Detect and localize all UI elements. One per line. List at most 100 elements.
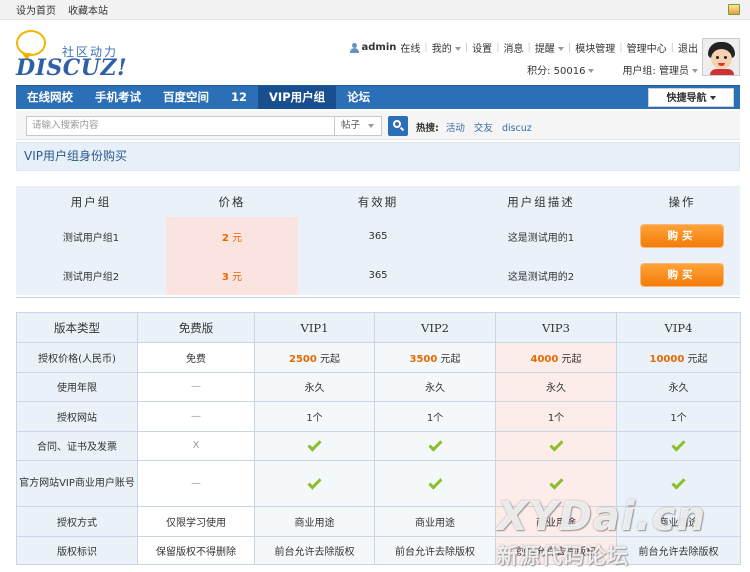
checkmark-icon	[427, 437, 443, 452]
search-input[interactable]: 请输入搜索内容	[26, 116, 335, 136]
folder-icon[interactable]	[728, 4, 740, 15]
messages-link[interactable]: 消息	[504, 40, 524, 55]
buy-button[interactable]: 购买	[641, 225, 723, 247]
row-label: 授权方式	[16, 506, 138, 537]
group-name: 测试用户组2	[62, 271, 120, 283]
group-name: 测试用户组1	[62, 232, 120, 244]
table-cell: 商业用途	[254, 506, 375, 537]
chevron-down-icon	[368, 123, 375, 128]
nav-tab-online-school[interactable]: 在线网校	[16, 86, 84, 109]
column-header: 操作	[668, 194, 696, 209]
column-header: 用户组	[70, 194, 112, 209]
group-validity: 365	[368, 269, 388, 281]
divider	[16, 297, 740, 298]
table-cell: X	[137, 430, 255, 461]
nav-tab-12[interactable]: 12	[220, 86, 258, 109]
table-row: 测试用户组2 3 元 365 这是测试用的2 购买	[16, 255, 740, 295]
user-group-menu[interactable]: 用户组: 管理员	[622, 62, 698, 77]
table-cell: 前台允许去除版权	[374, 535, 496, 565]
row-label: 使用年限	[16, 371, 138, 402]
hot-search-label: 热搜:	[416, 123, 439, 134]
user-stats: 积分: 50016 用户组: 管理员	[527, 62, 698, 77]
username-link[interactable]: admin	[362, 42, 397, 53]
group-price: 3 元	[166, 255, 298, 295]
bookmark-site-link[interactable]: 收藏本站	[68, 2, 108, 17]
search-bar: 请输入搜索内容 帖子 热搜: 活动 交友 discuz	[16, 111, 740, 140]
search-button[interactable]	[388, 116, 408, 136]
table-cell: 永久	[254, 371, 375, 402]
user-group-table: 用户组 价格 有效期 用户组描述 操作 测试用户组1 2 元 365 这是测试用…	[16, 186, 740, 295]
chevron-down-icon	[692, 69, 698, 73]
table-row: 授权方式 仅限学习使用 商业用途 商业用途 商业用途 商业用途	[16, 506, 741, 537]
chevron-down-icon	[454, 47, 461, 51]
chevron-down-icon	[557, 47, 564, 51]
checkmark-icon	[548, 437, 564, 452]
quick-nav-button[interactable]: 快捷导航	[648, 88, 734, 107]
table-row: 官方网站VIP商业用户账号 —	[16, 460, 741, 507]
page-title: VIP用户组身份购买	[16, 142, 740, 171]
admin-center-link[interactable]: 管理中心	[627, 40, 667, 55]
row-label: 授权网站	[16, 401, 138, 432]
module-management-link[interactable]: 模块管理	[575, 40, 615, 55]
table-cell: 前台允许去除版权	[616, 535, 741, 565]
column-header: VIP3	[495, 312, 617, 343]
hot-link-dating[interactable]: 交友	[474, 123, 493, 134]
hot-link-activity[interactable]: 活动	[446, 123, 465, 134]
search-type-select[interactable]: 帖子	[335, 116, 382, 136]
speech-bubble-icon	[16, 30, 46, 61]
user-nav: admin 在线 | 我的 | 设置 | 消息 | 提醒 | 模块管理 | 管理…	[349, 40, 698, 55]
table-cell: —	[137, 401, 255, 432]
logout-link[interactable]: 退出	[678, 40, 698, 55]
group-price: 2 元	[166, 217, 298, 255]
my-menu[interactable]: 我的	[432, 40, 461, 55]
table-cell: 1个	[254, 401, 375, 432]
table-cell: 永久	[495, 371, 617, 402]
column-header: 有效期	[357, 194, 399, 209]
points-menu[interactable]: 积分: 50016	[527, 62, 595, 77]
set-homepage-link[interactable]: 设为首页	[16, 2, 56, 17]
chevron-down-icon	[709, 96, 716, 100]
table-cell: 免费	[137, 342, 255, 373]
price-cell: 2500 元起	[254, 342, 375, 373]
site-header: 社区动力 DISCUZ! admin 在线 | 我的 | 设置 | 消息 | 提…	[0, 20, 750, 84]
nav-tab-forum[interactable]: 论坛	[336, 86, 381, 109]
column-header: VIP1	[254, 312, 375, 343]
checkmark-icon	[671, 475, 686, 490]
table-cell: 1个	[495, 401, 617, 432]
version-comparison-table: 版本类型 免费版 VIP1 VIP2 VIP3 VIP4 授权价格(人民币) 免…	[16, 312, 741, 565]
table-cell: 1个	[616, 401, 741, 432]
discuz-logo[interactable]: 社区动力 DISCUZ!	[16, 28, 128, 81]
checkmark-icon	[307, 437, 322, 452]
table-cell: 1个	[374, 401, 496, 432]
settings-link[interactable]: 设置	[472, 40, 492, 55]
table-cell: —	[137, 460, 255, 507]
row-label: 官方网站VIP商业用户账号	[16, 460, 138, 507]
nav-tab-mobile-exam[interactable]: 手机考试	[84, 86, 152, 109]
table-row: 授权网站 — 1个 1个 1个 1个	[16, 401, 741, 432]
nav-tab-baidu-space[interactable]: 百度空间	[152, 86, 220, 109]
table-cell: 前台允许去除版权	[254, 535, 375, 565]
group-validity: 365	[368, 230, 388, 242]
avatar[interactable]	[702, 38, 740, 76]
price-cell: 4000 元起	[495, 342, 617, 373]
buy-button[interactable]: 购买	[641, 264, 723, 286]
main-nav: 在线网校 手机考试 百度空间 12 VIP用户组 论坛 快捷导航	[16, 85, 740, 109]
group-description: 这是测试用的2	[507, 271, 575, 283]
table-cell: 保留版权不得删除	[137, 535, 255, 565]
notifications-menu[interactable]: 提醒	[535, 40, 564, 55]
table-row: 使用年限 — 永久 永久 永久 永久	[16, 371, 741, 402]
table-cell: —	[137, 371, 255, 402]
group-description: 这是测试用的1	[507, 232, 575, 244]
table-header-row: 版本类型 免费版 VIP1 VIP2 VIP3 VIP4	[16, 312, 741, 343]
nav-tab-vip-group[interactable]: VIP用户组	[258, 86, 337, 109]
hot-link-discuz[interactable]: discuz	[502, 123, 532, 134]
column-header: VIP2	[374, 312, 496, 343]
online-status[interactable]: 在线	[400, 40, 420, 55]
logo-wordmark: DISCUZ!	[16, 55, 128, 81]
price-cell: 3500 元起	[374, 342, 496, 373]
table-row: 版权标识 保留版权不得删除 前台允许去除版权 前台允许去除版权 前台允许去除版权…	[16, 535, 741, 565]
row-label: 合同、证书及发票	[16, 430, 138, 461]
column-header: 价格	[218, 194, 246, 209]
user-icon	[349, 42, 359, 53]
checkmark-icon	[427, 475, 443, 490]
